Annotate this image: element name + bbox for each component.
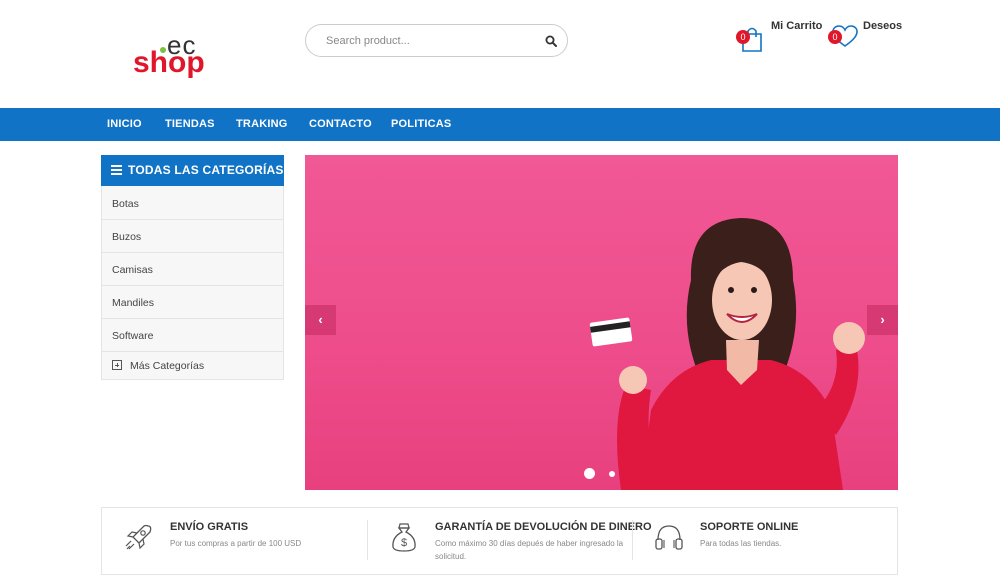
nav-item-inicio[interactable]: INICIO bbox=[107, 118, 142, 130]
search-bar bbox=[305, 24, 568, 57]
feature-free-shipping: ENVÍO GRATIS Por tus compras a partir de… bbox=[102, 508, 367, 574]
rocket-icon bbox=[125, 524, 152, 550]
wishlist-label: Deseos bbox=[863, 20, 903, 32]
main-nav: INICIO TIENDAS TRAKING CONTACTO POLITICA… bbox=[0, 108, 1000, 141]
search-input[interactable] bbox=[326, 31, 526, 51]
feature-title: GARANTÍA DE DEVOLUCIÓN DE DINERO bbox=[435, 521, 652, 533]
categories-panel: TODAS LAS CATEGORÍAS Botas Buzos Camisas… bbox=[101, 155, 284, 380]
more-categories-label: Más Categorías bbox=[130, 360, 205, 372]
search-icon[interactable] bbox=[545, 35, 557, 47]
feature-text: Como máximo 30 días depués de haber ingr… bbox=[435, 539, 624, 561]
feature-money-back: $ GARANTÍA DE DEVOLUCIÓN DE DINERO Como … bbox=[367, 508, 652, 574]
logo[interactable]: ec shop bbox=[133, 30, 213, 82]
more-categories-link[interactable]: Más Categorías bbox=[102, 352, 283, 380]
header: ec shop 0 Mi Carrito 0 Deseos bbox=[0, 0, 1000, 108]
feature-text: Por tus compras a partir de 100 USD bbox=[170, 539, 302, 548]
categories-title: TODAS LAS CATEGORÍAS bbox=[128, 163, 284, 177]
slider-prev-button[interactable]: ‹ bbox=[305, 305, 336, 335]
category-item-buzos[interactable]: Buzos bbox=[102, 220, 283, 253]
categories-header[interactable]: TODAS LAS CATEGORÍAS bbox=[101, 155, 284, 186]
feature-title: SOPORTE ONLINE bbox=[700, 521, 799, 533]
wishlist-button[interactable]: 0 Deseos bbox=[827, 20, 907, 60]
cart-count-badge: 0 bbox=[736, 30, 750, 44]
slider-dot-2[interactable] bbox=[609, 470, 615, 477]
slider-next-button[interactable]: › bbox=[867, 305, 898, 335]
logo-shop: shop bbox=[133, 46, 205, 79]
nav-item-politicas[interactable]: POLITICAS bbox=[391, 118, 451, 130]
feature-title: ENVÍO GRATIS bbox=[170, 521, 249, 533]
svg-text:$: $ bbox=[401, 537, 407, 549]
feature-support: SOPORTE ONLINE Para todas las tiendas. bbox=[632, 508, 897, 574]
plus-square-icon bbox=[112, 360, 122, 370]
slider-dots bbox=[584, 468, 624, 480]
cart-button[interactable]: 0 Mi Carrito bbox=[735, 20, 825, 60]
hero-image bbox=[589, 218, 865, 490]
feature-text: Para todas las tiendas. bbox=[700, 539, 782, 548]
hero-slider: ‹ › bbox=[305, 155, 898, 490]
wishlist-count-badge: 0 bbox=[828, 30, 842, 44]
features-bar: ENVÍO GRATIS Por tus compras a partir de… bbox=[101, 507, 898, 575]
category-item-botas[interactable]: Botas bbox=[102, 187, 283, 220]
nav-item-contacto[interactable]: CONTACTO bbox=[309, 118, 372, 130]
category-item-camisas[interactable]: Camisas bbox=[102, 253, 283, 286]
nav-item-tiendas[interactable]: TIENDAS bbox=[165, 118, 215, 130]
slider-dot-1[interactable] bbox=[584, 468, 595, 479]
money-bag-icon: $ bbox=[392, 523, 416, 552]
headphones-icon bbox=[655, 525, 683, 550]
nav-item-traking[interactable]: TRAKING bbox=[236, 118, 288, 130]
cart-label: Mi Carrito bbox=[771, 20, 823, 32]
menu-icon bbox=[111, 165, 122, 175]
category-item-mandiles[interactable]: Mandiles bbox=[102, 286, 283, 319]
category-item-software[interactable]: Software bbox=[102, 319, 283, 352]
